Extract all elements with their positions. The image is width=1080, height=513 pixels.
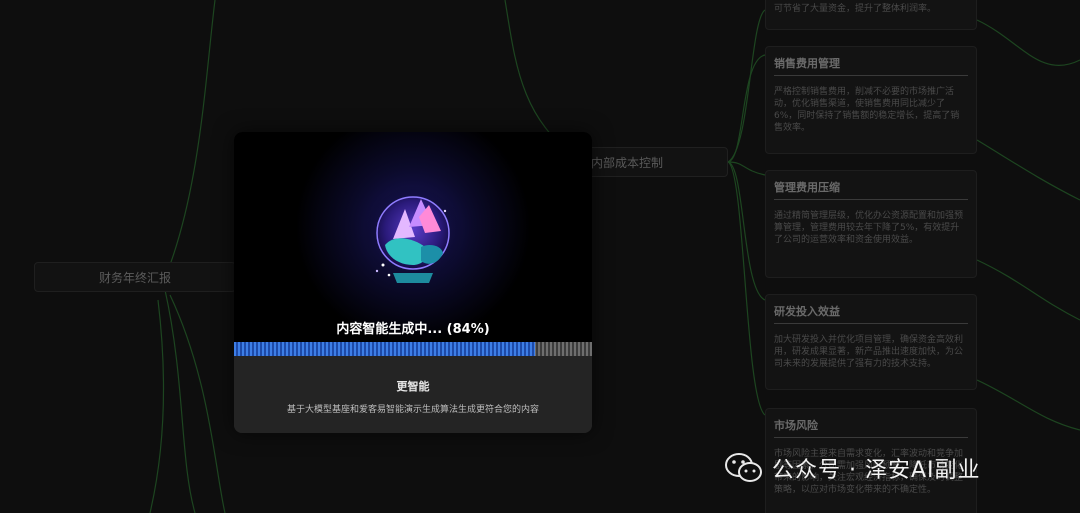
card-body: 严格控制销售费用，削减不必要的市场推广活动，优化销售渠道，使销售费用同比减少了6… (774, 87, 960, 133)
watermark: 公众号 · 泽安AI副业 (724, 450, 981, 486)
mindmap-root-node[interactable]: 财务年终汇报 (34, 262, 236, 292)
modal-description: 基于大模型基座和爱客易智能演示生成算法生成更符合您的内容 (286, 405, 539, 415)
root-node-label: 财务年终汇报 (98, 270, 171, 285)
modal-info: 更智能 基于大模型基座和爱客易智能演示生成算法生成更符合您的内容 (234, 356, 592, 433)
generation-progress-modal: 内容智能生成中... (84%) 更智能 基于大模型基座和爱客易智能演示生成算法… (234, 132, 592, 433)
card-body: 通过精简管理层级，优化办公资源配置和加强预算管理，管理费用较去年下降了5%，有效… (774, 211, 964, 245)
card-top-body: 可节省了大量资金，提升了整体利润率。 (774, 4, 937, 14)
card-title: 研发投入效益 (774, 303, 968, 324)
card-title: 管理费用压缩 (774, 179, 968, 200)
mindmap-card-sales[interactable]: 销售费用管理 严格控制销售费用，削减不必要的市场推广活动，优化销售渠道，使销售费… (765, 46, 977, 154)
mindmap-branch-node[interactable]: 内部成本控制 (580, 147, 728, 177)
mindmap-card-admin[interactable]: 管理费用压缩 通过精简管理层级，优化办公资源配置和加强预算管理，管理费用较去年下… (765, 170, 977, 278)
crystal-orb-icon (363, 185, 463, 297)
mindmap-canvas: 财务年终汇报 内部成本控制 可节省了大量资金，提升了整体利润率。 销售费用管理 … (0, 0, 1080, 513)
branch-node-label: 内部成本控制 (591, 155, 664, 170)
card-title: 销售费用管理 (774, 55, 968, 76)
progress-fill (234, 342, 535, 356)
watermark-text: 公众号 · 泽安AI副业 (772, 458, 981, 483)
mindmap-card-rnd[interactable]: 研发投入效益 加大研发投入并优化项目管理，确保资金高效利用，研发成果显著，新产品… (765, 294, 977, 390)
generation-status-text: 内容智能生成中... (84%) (336, 322, 490, 337)
mindmap-card-top[interactable]: 可节省了大量资金，提升了整体利润率。 (765, 0, 977, 30)
modal-hero: 内容智能生成中... (84%) (234, 132, 592, 342)
card-title: 市场风险 (774, 417, 968, 438)
card-body: 加大研发投入并优化项目管理，确保资金高效利用，研发成果显著，新产品推出速度加快，… (774, 335, 964, 369)
modal-headline: 更智能 (396, 380, 430, 393)
wechat-icon (725, 453, 762, 482)
generation-progress-bar (234, 342, 592, 356)
